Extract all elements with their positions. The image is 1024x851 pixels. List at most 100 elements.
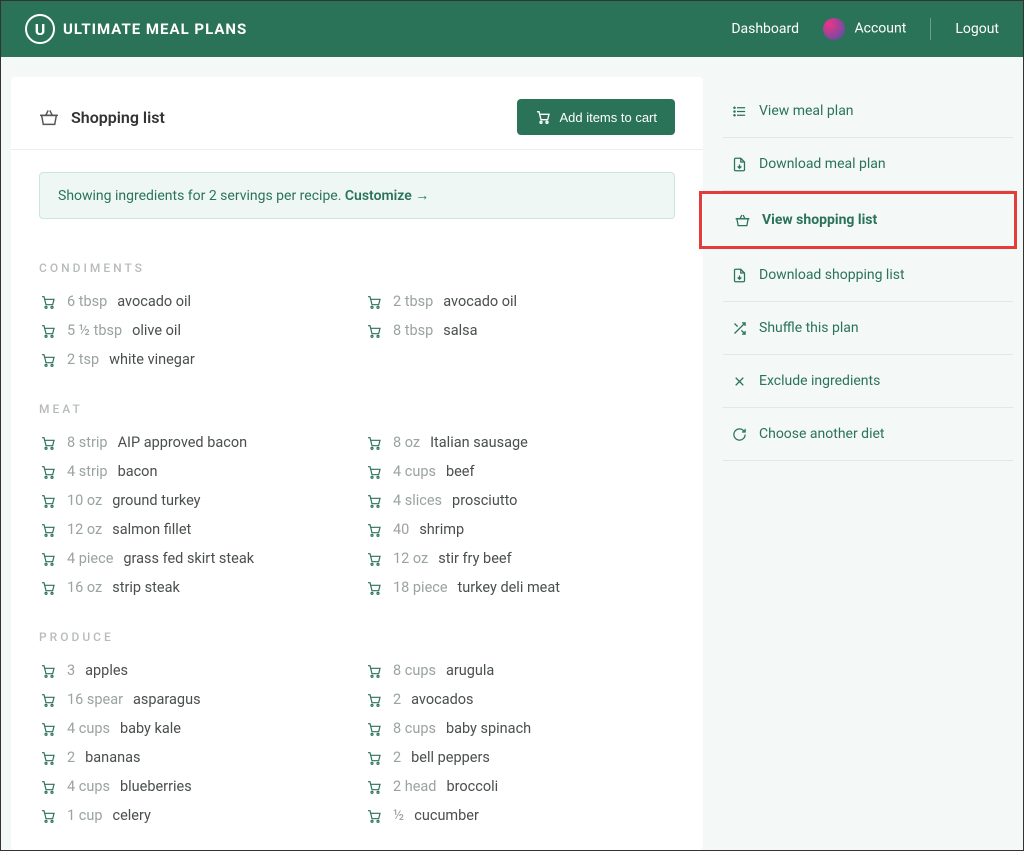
cart-icon: [39, 692, 57, 708]
ingredient-qty: 2 tsp: [67, 351, 99, 368]
ingredient-item[interactable]: 40 shrimp: [365, 515, 675, 544]
ingredient-qty: 4 slices: [393, 492, 442, 509]
ingredient-item[interactable]: 4 cups baby kale: [39, 714, 349, 743]
sidebar-item-label: View meal plan: [759, 103, 854, 119]
cart-icon: [365, 464, 383, 480]
cart-icon: [39, 663, 57, 679]
add-items-button[interactable]: Add items to cart: [517, 99, 675, 135]
sidebar-item-view-meal-plan[interactable]: View meal plan: [723, 85, 1013, 138]
ingredient-qty: 12 oz: [393, 550, 428, 567]
header-divider: [930, 18, 931, 40]
ingredient-item[interactable]: 2 head broccoli: [365, 772, 675, 801]
ingredient-item[interactable]: 10 oz ground turkey: [39, 486, 349, 515]
ingredient-name: arugula: [446, 662, 494, 679]
ingredient-name: white vinegar: [109, 351, 195, 368]
ingredient-item[interactable]: 16 oz strip steak: [39, 573, 349, 602]
ingredient-name: bacon: [118, 463, 158, 480]
ingredient-item[interactable]: 16 spear asparagus: [39, 685, 349, 714]
cart-icon: [535, 109, 551, 125]
ingredient-name: cucumber: [414, 807, 479, 824]
servings-banner: Showing ingredients for 2 servings per r…: [39, 172, 675, 219]
ingredient-name: ground turkey: [112, 492, 200, 509]
ingredient-item[interactable]: 8 strip AIP approved bacon: [39, 428, 349, 457]
ingredient-item[interactable]: 4 piece grass fed skirt steak: [39, 544, 349, 573]
ingredient-item[interactable]: 3 apples: [39, 656, 349, 685]
customize-link[interactable]: Customize →: [345, 188, 429, 204]
cart-icon: [39, 750, 57, 766]
sidebar-item-label: Shuffle this plan: [759, 320, 859, 336]
ingredient-qty: 8 cups: [393, 720, 436, 737]
ingredient-name: AIP approved bacon: [118, 434, 248, 451]
section-grid: 6 tbsp avocado oil5 ½ tbsp olive oil2 ts…: [39, 287, 675, 374]
ingredient-item[interactable]: 2 bananas: [39, 743, 349, 772]
sidebar-item-label: Exclude ingredients: [759, 373, 880, 389]
nav-account[interactable]: Account: [823, 18, 906, 40]
ingredient-name: bananas: [85, 749, 140, 766]
sidebar-item-label: Download shopping list: [759, 267, 905, 283]
ingredient-item[interactable]: 12 oz stir fry beef: [365, 544, 675, 573]
sidebar-item-download-shopping-list[interactable]: Download shopping list: [723, 249, 1013, 302]
brand-logo[interactable]: U ULTIMATE MEAL PLANS: [25, 14, 247, 44]
cart-icon: [39, 721, 57, 737]
ingredient-item[interactable]: 8 oz Italian sausage: [365, 428, 675, 457]
cart-icon: [39, 323, 57, 339]
ingredient-name: salsa: [443, 322, 477, 339]
avatar-icon: [823, 18, 845, 40]
ingredient-name: olive oil: [132, 322, 181, 339]
nav-logout[interactable]: Logout: [955, 21, 999, 37]
ingredient-item[interactable]: 8 cups baby spinach: [365, 714, 675, 743]
ingredient-item[interactable]: 4 cups blueberries: [39, 772, 349, 801]
ingredient-item[interactable]: 18 piece turkey deli meat: [365, 573, 675, 602]
section-title: MEAT: [39, 402, 675, 416]
ingredient-item[interactable]: 8 tbsp salsa: [365, 316, 675, 345]
ingredient-item[interactable]: 12 oz salmon fillet: [39, 515, 349, 544]
cart-icon: [365, 663, 383, 679]
app-header: U ULTIMATE MEAL PLANS Dashboard Account …: [1, 1, 1023, 57]
sidebar-item-view-shopping-list[interactable]: View shopping list: [726, 194, 1010, 246]
sidebar-item-exclude-ingredients[interactable]: Exclude ingredients: [723, 355, 1013, 408]
nav-dashboard[interactable]: Dashboard: [731, 21, 799, 37]
sidebar-item-label: View shopping list: [762, 212, 877, 228]
ingredient-item[interactable]: 4 cups beef: [365, 457, 675, 486]
section-title: PRODUCE: [39, 630, 675, 644]
ingredient-qty: 8 cups: [393, 662, 436, 679]
ingredient-name: shrimp: [419, 521, 464, 538]
ingredient-item[interactable]: 2 bell peppers: [365, 743, 675, 772]
ingredient-qty: 8 tbsp: [393, 322, 433, 339]
section-grid: 8 strip AIP approved bacon4 strip bacon1…: [39, 428, 675, 602]
ingredient-item[interactable]: 2 avocados: [365, 685, 675, 714]
cart-icon: [365, 750, 383, 766]
ingredient-item[interactable]: 8 cups arugula: [365, 656, 675, 685]
ingredient-item[interactable]: 4 slices prosciutto: [365, 486, 675, 515]
ingredient-item[interactable]: 1 cup celery: [39, 801, 349, 830]
brand-name: ULTIMATE MEAL PLANS: [63, 20, 247, 38]
actions-sidebar: View meal plan Download meal plan View sho…: [723, 77, 1013, 850]
ingredient-item[interactable]: 4 strip bacon: [39, 457, 349, 486]
ingredient-qty: 1 cup: [67, 807, 102, 824]
basket-icon: [734, 213, 750, 227]
ingredient-item[interactable]: 2 tbsp avocado oil: [365, 287, 675, 316]
sidebar-item-download-meal-plan[interactable]: Download meal plan: [723, 138, 1013, 191]
ingredient-name: broccoli: [447, 778, 499, 795]
cart-icon: [365, 721, 383, 737]
ingredient-qty: 5 ½ tbsp: [67, 322, 122, 339]
ingredient-qty: 4 cups: [67, 720, 110, 737]
ingredient-qty: 2 head: [393, 778, 437, 795]
ingredient-item[interactable]: 6 tbsp avocado oil: [39, 287, 349, 316]
sidebar-item-shuffle-this-plan[interactable]: Shuffle this plan: [723, 302, 1013, 355]
ingredient-item[interactable]: 2 tsp white vinegar: [39, 345, 349, 374]
ingredient-qty: 40: [393, 521, 409, 538]
cart-icon: [39, 551, 57, 567]
cart-icon: [365, 551, 383, 567]
ingredient-qty: 16 spear: [67, 691, 123, 708]
ingredient-name: grass fed skirt steak: [123, 550, 254, 567]
ingredient-name: turkey deli meat: [458, 579, 560, 596]
ingredient-item[interactable]: 5 ½ tbsp olive oil: [39, 316, 349, 345]
sidebar-item-choose-another-diet[interactable]: Choose another diet: [723, 408, 1013, 461]
ingredient-qty: 2: [393, 691, 401, 708]
ingredient-qty: 16 oz: [67, 579, 102, 596]
ingredient-item[interactable]: ½ cucumber: [365, 801, 675, 830]
cart-icon: [39, 464, 57, 480]
ingredient-name: blueberries: [120, 778, 192, 795]
section-title: CONDIMENTS: [39, 261, 675, 275]
